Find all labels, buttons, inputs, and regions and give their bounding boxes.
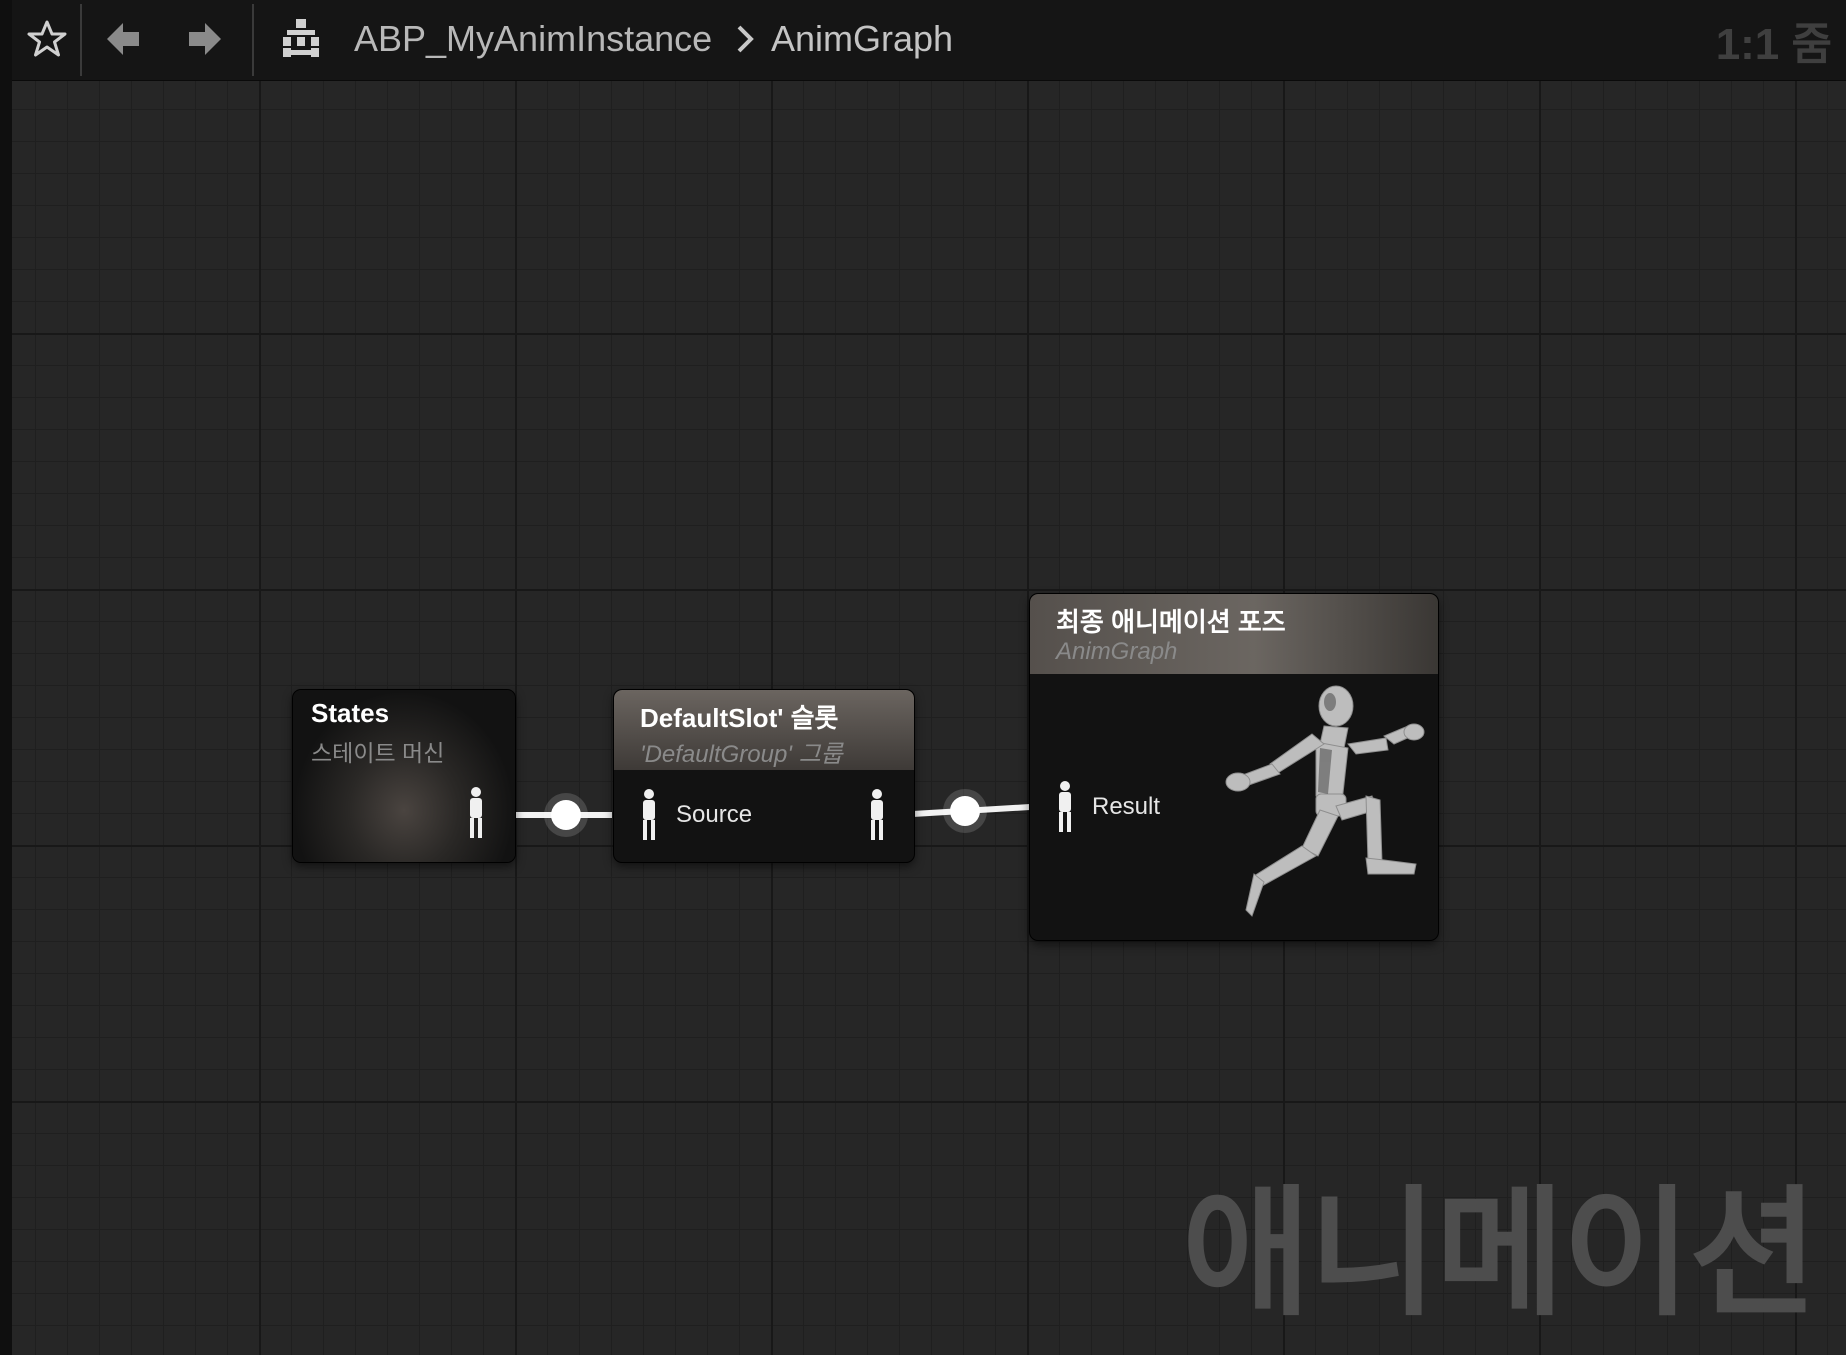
pose-output-pin-icon[interactable] xyxy=(866,788,888,842)
node-subtitle: 스테이트 머신 xyxy=(311,740,445,766)
pose-output-pin-icon[interactable] xyxy=(465,786,487,840)
node-subtitle: 'DefaultGroup' 그룹 xyxy=(640,741,843,768)
state-machine-node[interactable]: States 스테이트 머신 xyxy=(293,690,515,862)
connection-wires xyxy=(492,789,1031,837)
output-pose-node[interactable]: 최종 애니메이션 포즈 AnimGraph Result xyxy=(1030,594,1438,940)
source-pin-label: Source xyxy=(676,801,753,828)
wire-glow xyxy=(943,789,987,833)
wire-glow xyxy=(544,793,588,837)
running-mannequin-icon xyxy=(1216,678,1436,928)
node-title: DefaultSlot' 슬롯 xyxy=(640,703,839,733)
node-title: 최종 애니메이션 포즈 xyxy=(1056,607,1286,637)
result-pin-label: Result xyxy=(1092,793,1161,820)
slot-node[interactable]: DefaultSlot' 슬롯 'DefaultGroup' 그룹 Source xyxy=(614,690,914,862)
pose-input-pin-icon[interactable] xyxy=(1054,780,1076,834)
node-subtitle: AnimGraph xyxy=(1056,638,1178,665)
pose-input-pin-icon[interactable] xyxy=(638,788,660,842)
node-title: States xyxy=(311,698,390,728)
graph-type-watermark: 애니메이션 xyxy=(1181,1173,1818,1336)
